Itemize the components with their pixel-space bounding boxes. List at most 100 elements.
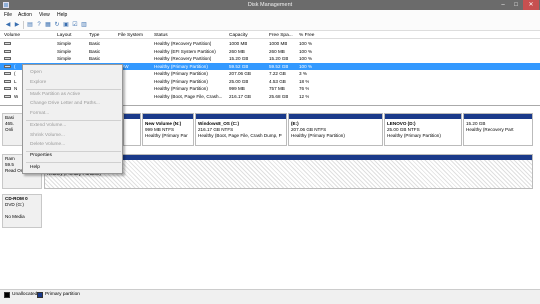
cell-capacity: 1000 MB (229, 41, 248, 46)
partition-windows8-os[interactable]: Windows8_OS (C:) 216.17 GB NTFS Healthy … (195, 113, 287, 146)
table-row[interactable]: Simple Basic Healthy (Recovery Partition) 1… (0, 40, 540, 47)
minimize-button[interactable]: – (497, 0, 509, 10)
status-bar (0, 299, 540, 304)
drive-icon (4, 64, 11, 68)
partition-lenovo[interactable]: LENOVO (D:) 25.00 GB NTFS Healthy (Prima… (384, 113, 462, 146)
help-icon[interactable]: ? (35, 21, 43, 29)
cell-percent-free: 12 % (299, 93, 310, 99)
drive-icon (4, 42, 11, 45)
cell-status: Healthy (Primary Partition) (154, 71, 208, 76)
cell-free-space: 1000 MB (269, 41, 288, 46)
toolbar-separator (23, 21, 24, 29)
partition-status: Healthy (Boot, Page File, Crash Dump, P (198, 133, 282, 138)
menu-view[interactable]: View (39, 12, 50, 18)
menu-separator (26, 89, 121, 90)
column-type[interactable]: Type (89, 33, 99, 38)
cell-volume: ( (14, 71, 16, 76)
cell-volume: ( (14, 63, 16, 69)
partition-status: Healthy (Recovery Part (466, 127, 514, 132)
table-row[interactable]: Simple Basic Healthy (Recovery Partition) 1… (0, 55, 540, 62)
cell-type: Basic (89, 41, 101, 46)
cell-free-space: 15.20 GB (269, 56, 289, 61)
legend-bar: Unallocated Primary partition (0, 289, 540, 299)
menu-item-delete[interactable]: Delete Volume... (30, 142, 65, 147)
refresh-icon[interactable]: ↻ (53, 21, 61, 29)
cell-percent-free: 18 % (299, 78, 310, 84)
partition-small[interactable] (123, 113, 141, 146)
legend-primary-swatch (37, 292, 43, 298)
cell-capacity: 207.06 GB (229, 71, 251, 76)
list-icon[interactable]: ▤ (26, 21, 34, 29)
table-row[interactable]: Simple Basic Healthy (EFI System Partition… (0, 48, 540, 55)
legend-unallocated-swatch (4, 292, 10, 298)
cell-layout: Simple (57, 48, 72, 54)
menu-item-open[interactable]: Open (30, 70, 42, 75)
cell-percent-free: 100 % (299, 41, 313, 46)
menu-item-mark-active[interactable]: Mark Partition as Active (30, 92, 80, 97)
cell-free-space: 25.68 GB (269, 93, 289, 99)
menu-file[interactable]: File (4, 12, 12, 18)
open-icon[interactable]: ▣ (62, 21, 70, 29)
menu-item-format[interactable]: Format... (30, 111, 49, 116)
menu-separator (26, 162, 121, 163)
cell-free-space: 7.22 GB (269, 71, 286, 76)
view-icon[interactable]: ▥ (80, 21, 88, 29)
cell-percent-free: 76 % (299, 86, 310, 91)
partition-new-volume[interactable]: New Volume (N:) 999 MB NTFS Healthy (Pri… (142, 113, 194, 146)
column-file-system[interactable]: File System (118, 33, 143, 38)
legend-unallocated-label: Unallocated (12, 292, 38, 297)
menu-separator (26, 120, 121, 121)
cell-volume: W (14, 93, 19, 99)
menu-action[interactable]: Action (18, 12, 32, 18)
column-status[interactable]: Status (154, 33, 168, 38)
cell-capacity: 260 MB (229, 48, 245, 54)
menu-item-shrink[interactable]: Shrink Volume... (30, 133, 65, 138)
cell-capacity: 999 MB (229, 86, 245, 91)
cell-percent-free: 100 % (299, 56, 313, 61)
menu-help[interactable]: Help (57, 12, 67, 18)
menu-item-help[interactable]: Help (30, 165, 40, 170)
cell-capacity: 216.17 GB (229, 93, 251, 99)
cell-status: Healthy (Recovery Partition) (154, 41, 212, 46)
cell-capacity: 59.52 GB (229, 63, 249, 69)
cell-free-space: 260 MB (269, 48, 285, 54)
menu-bar: File Action View Help (0, 10, 540, 19)
partition-status: Healthy (Primary Par (145, 133, 188, 138)
menu-item-extend[interactable]: Extend Volume... (30, 123, 66, 128)
cell-volume: N (14, 86, 18, 91)
check-icon[interactable]: ☑ (71, 21, 79, 29)
column-volume[interactable]: Volume (4, 33, 20, 38)
cell-percent-free: 3 % (299, 71, 307, 76)
menu-item-explore[interactable]: Explore (30, 80, 46, 85)
cell-status: Healthy (Primary Partition) (154, 78, 208, 84)
toolbar: ◀ ▶ ▤ ? ▦ ↻ ▣ ☑ ▥ (0, 19, 540, 31)
properties-icon[interactable]: ▦ (44, 21, 52, 29)
context-menu: Open Explore Mark Partition as Active Ch… (22, 64, 123, 174)
forward-icon[interactable]: ▶ (13, 21, 21, 29)
maximize-button[interactable]: □ (510, 0, 522, 10)
volume-list-header: Volume Layout Type File System Status Ca… (0, 31, 540, 39)
partition-e[interactable]: (E:) 207.06 GB NTFS Healthy (Primary Par… (288, 113, 383, 146)
menu-item-change-letter[interactable]: Change Drive Letter and Paths... (30, 101, 100, 106)
cdrom-label[interactable]: CD-ROM 0 DVD (G:) No Media (2, 194, 42, 228)
column-capacity[interactable]: Capacity (229, 33, 248, 38)
cell-percent-free: 100 % (299, 63, 313, 69)
drive-icon (4, 49, 11, 53)
drive-icon (4, 79, 11, 83)
drive-icon (4, 72, 11, 75)
cell-percent-free: 100 % (299, 48, 313, 54)
column-layout[interactable]: Layout (57, 33, 71, 38)
menu-item-properties[interactable]: Properties (30, 153, 52, 158)
partition-recovery[interactable]: 15.20 GB Healthy (Recovery Part (463, 113, 533, 146)
cell-type: Basic (89, 48, 101, 54)
cell-capacity: 25.00 GB (229, 78, 249, 84)
column-percent-free[interactable]: % Free (299, 33, 314, 38)
title-bar: Disk Management – □ ✕ (0, 0, 540, 10)
cell-status: Healthy (Primary Partition) (154, 63, 208, 69)
partition-status: Healthy (Primary Partition) (291, 133, 345, 138)
cell-status: Healthy (Primary Partition) (154, 86, 208, 91)
column-free-space[interactable]: Free Spa... (269, 33, 293, 38)
legend-primary-label: Primary partition (45, 292, 80, 297)
close-button[interactable]: ✕ (523, 0, 539, 10)
back-icon[interactable]: ◀ (4, 21, 12, 29)
